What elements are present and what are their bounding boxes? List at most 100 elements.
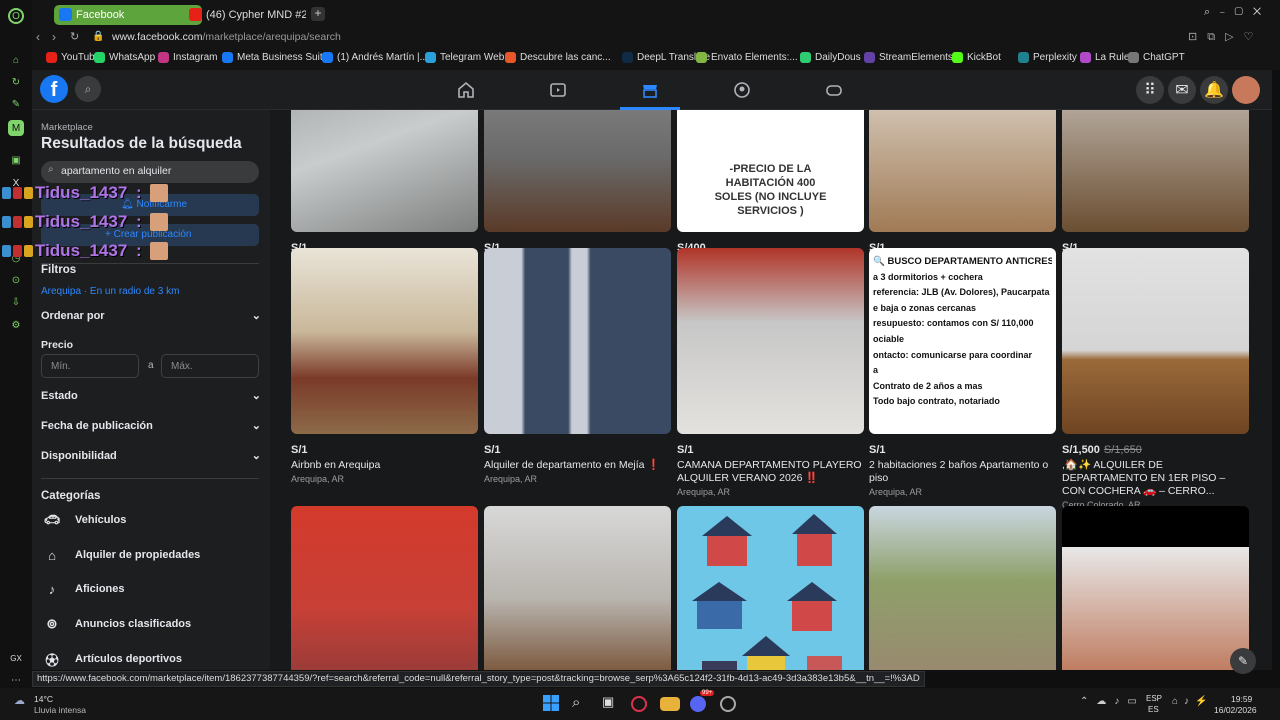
- folder-icon[interactable]: [660, 697, 680, 711]
- bookmark-item[interactable]: Meta Business Suite: [222, 52, 328, 63]
- listing-photo[interactable]: -PRECIO DE LA HABITACIÓN 400 SOLES (NO I…: [677, 110, 864, 232]
- listing-photo[interactable]: [291, 248, 478, 434]
- bookmark-item[interactable]: ChatGPT: [1128, 52, 1185, 63]
- listing-card[interactable]: S/1,500 S/1,650 ,🏠✨ ALQUILER DE DEPARTAMEN…: [1062, 248, 1249, 510]
- opera-taskbar-icon[interactable]: [631, 696, 647, 712]
- listing-card[interactable]: S/1 CAMANA DEPARTAMENTO PLAYERO ALQUILER …: [677, 248, 864, 497]
- gx-icon[interactable]: GX: [8, 650, 24, 666]
- url-field[interactable]: www.facebook.com/marketplace/arequipa/se…: [112, 31, 341, 43]
- search-taskbar-icon[interactable]: ⌕: [572, 694, 592, 714]
- settings-icon[interactable]: ⚙: [8, 317, 24, 333]
- home-icon[interactable]: ⌂: [8, 52, 24, 68]
- listing-title[interactable]: Alquiler de departamento en Mejía ❗: [484, 459, 671, 472]
- category-classifieds[interactable]: ⊚ Anuncios clasificados: [41, 613, 192, 635]
- menu-grid-icon[interactable]: ⠿: [1136, 76, 1164, 104]
- listing-photo[interactable]: [677, 248, 864, 434]
- listing-photo[interactable]: [484, 248, 671, 434]
- listing-card[interactable]: [677, 506, 864, 670]
- price-max-input[interactable]: Máx.: [161, 354, 259, 378]
- listing-card[interactable]: [484, 506, 671, 670]
- listing-photo[interactable]: [677, 506, 864, 670]
- app-icon[interactable]: M: [8, 120, 24, 136]
- listing-card[interactable]: [291, 506, 478, 670]
- listing-photo[interactable]: [484, 110, 671, 232]
- opera-logo-icon[interactable]: O: [8, 8, 24, 24]
- home-nav-icon[interactable]: [454, 78, 478, 102]
- system-icons[interactable]: ⌂♪⚡: [1172, 696, 1214, 707]
- download-icon[interactable]: ⇩: [8, 294, 24, 310]
- discord-icon[interactable]: [690, 696, 706, 712]
- notifications-icon[interactable]: 🔔: [1200, 76, 1228, 104]
- bookmark-item[interactable]: Envato Elements:...: [696, 52, 798, 63]
- sort-dropdown[interactable]: Ordenar por ⌄: [41, 309, 261, 323]
- bookmark-item[interactable]: (1) Andrés Martín |...: [322, 52, 428, 63]
- groups-nav-icon[interactable]: [730, 78, 754, 102]
- clock-time[interactable]: 19:59: [1231, 694, 1252, 704]
- listing-photo[interactable]: [484, 506, 671, 670]
- app-taskbar-icon[interactable]: [720, 696, 736, 712]
- listing-photo[interactable]: [1062, 248, 1249, 434]
- more-icon[interactable]: ⋯: [8, 672, 24, 688]
- marketplace-nav-icon[interactable]: [638, 78, 662, 102]
- listing-photo[interactable]: [869, 110, 1056, 232]
- listing-card[interactable]: [869, 506, 1056, 670]
- twitch-icon[interactable]: ▣: [8, 152, 24, 168]
- new-tab-button[interactable]: +: [311, 7, 325, 21]
- bookmark-item[interactable]: Telegram Web: [425, 52, 504, 63]
- tab-youtube[interactable]: (46) Cypher MND #21: Chy: [184, 5, 306, 25]
- tab-facebook[interactable]: Facebook: [54, 5, 202, 25]
- listing-title[interactable]: CAMANA DEPARTAMENTO PLAYERO ALQUILER VER…: [677, 459, 864, 485]
- listing-title[interactable]: 2 habitaciones 2 baños Apartamento o pis…: [869, 459, 1056, 485]
- listing-card[interactable]: S/1 Airbnb en Arequipa Arequipa, AR: [291, 248, 478, 484]
- listing-photo[interactable]: [291, 110, 478, 232]
- listing-title[interactable]: Airbnb en Arequipa: [291, 459, 478, 472]
- listing-card[interactable]: 🔍 BUSCO DEPARTAMENTO ANTICRESIS a 3 dormi…: [869, 248, 1056, 497]
- search-icon[interactable]: ⌕: [75, 76, 101, 102]
- compose-button[interactable]: ✎: [1230, 648, 1256, 674]
- reload-icon[interactable]: ↻: [70, 30, 79, 43]
- address-actions[interactable]: ⊡⧉▷♡: [1188, 30, 1263, 44]
- lang-1[interactable]: ESP: [1146, 694, 1162, 703]
- avatar[interactable]: [1232, 76, 1260, 104]
- listing-photo[interactable]: 🔍 BUSCO DEPARTAMENTO ANTICRESIS a 3 dormi…: [869, 248, 1056, 434]
- gaming-nav-icon[interactable]: [822, 78, 846, 102]
- listing-title[interactable]: ,🏠✨ ALQUILER DE DEPARTAMENTO EN 1ER PISO…: [1062, 459, 1249, 498]
- video-nav-icon[interactable]: [546, 78, 570, 102]
- bookmark-item[interactable]: YouTube: [46, 52, 100, 63]
- listing-photo[interactable]: [869, 506, 1056, 670]
- window-controls[interactable]: ⌕⎯▢✕: [1204, 6, 1271, 19]
- category-sports[interactable]: ⚽︎ Artículos deportivos: [41, 648, 181, 670]
- tray-icons[interactable]: ⌃☁♪▭: [1080, 696, 1145, 707]
- category-rentals[interactable]: ⌂ Alquiler de propiedades: [41, 544, 200, 566]
- bookmark-item[interactable]: Descubre las canc...: [505, 52, 611, 63]
- back-icon[interactable]: ‹: [36, 30, 40, 44]
- search-input[interactable]: ⌕ apartamento en alquiler: [41, 161, 259, 183]
- sync-icon[interactable]: ↻: [8, 74, 24, 90]
- listing-card[interactable]: [1062, 506, 1249, 670]
- bookmark-item[interactable]: WhatsApp: [94, 52, 155, 63]
- category-vehicles[interactable]: 🚗︎ Vehículos: [41, 509, 127, 531]
- bookmark-item[interactable]: DailyDous: [800, 52, 861, 63]
- date-dropdown[interactable]: Fecha de publicación ⌄: [41, 419, 261, 433]
- category-hobbies[interactable]: ♪ Aficiones: [41, 578, 125, 600]
- extension-icon[interactable]: ✎: [8, 96, 24, 112]
- listing-photo[interactable]: [1062, 110, 1249, 232]
- messenger-icon[interactable]: ✉: [1168, 76, 1196, 104]
- forward-icon[interactable]: ›: [52, 30, 56, 44]
- facebook-logo-icon[interactable]: f: [40, 75, 68, 103]
- listing-photo[interactable]: [1062, 506, 1249, 670]
- clock-icon[interactable]: ⊙: [8, 272, 24, 288]
- bookmark-item[interactable]: Perplexity: [1018, 52, 1077, 63]
- condition-dropdown[interactable]: Estado ⌄: [41, 389, 261, 403]
- windows-start-icon[interactable]: [542, 694, 562, 714]
- listing-photo[interactable]: [291, 506, 478, 670]
- location-filter[interactable]: Arequipa · En un radio de 3 km: [41, 286, 179, 297]
- listing-card[interactable]: S/1 Alquiler de departamento en Mejía ❗ Ar…: [484, 248, 671, 484]
- bookmark-item[interactable]: StreamElements: [864, 52, 953, 63]
- weather-temp[interactable]: 14°C: [34, 694, 53, 704]
- price-min-input[interactable]: Mín.: [41, 354, 139, 378]
- availability-dropdown[interactable]: Disponibilidad ⌄: [41, 449, 261, 463]
- bookmark-item[interactable]: KickBot: [952, 52, 1001, 63]
- task-view-icon[interactable]: ▣: [602, 694, 622, 714]
- breadcrumb[interactable]: Marketplace: [41, 122, 93, 133]
